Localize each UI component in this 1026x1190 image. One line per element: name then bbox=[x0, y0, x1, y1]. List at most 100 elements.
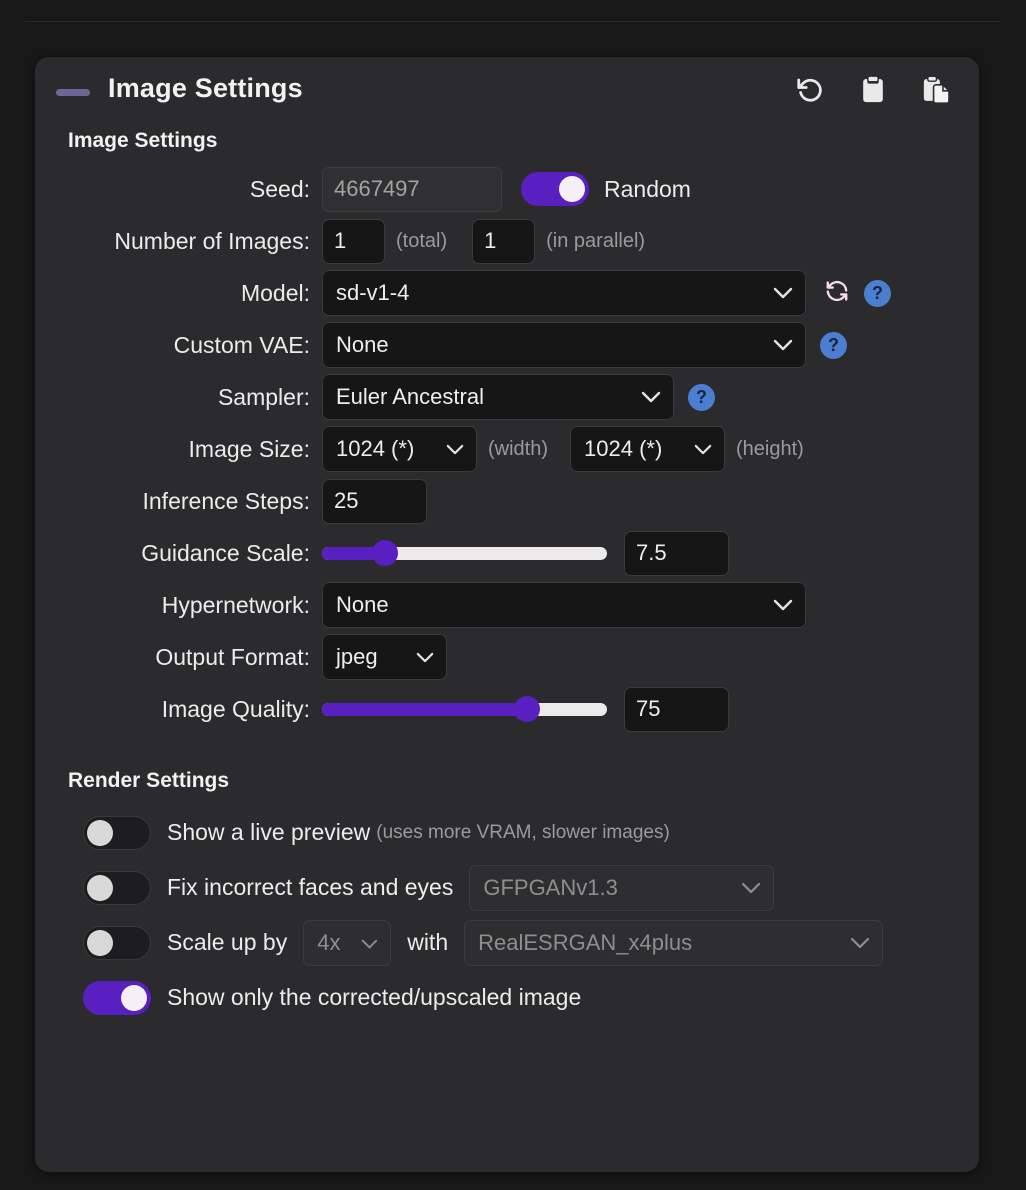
num-images-total-hint: (total) bbox=[396, 229, 448, 252]
scale-up-label: Scale up by bbox=[167, 929, 288, 955]
render-settings-rows: Show a live preview (uses more VRAM, slo… bbox=[35, 805, 979, 1025]
row-live-preview: Show a live preview (uses more VRAM, slo… bbox=[35, 805, 979, 860]
live-preview-hint: (uses more VRAM, slower images) bbox=[376, 821, 670, 843]
chevron-down-icon bbox=[416, 644, 434, 670]
seed-label: Seed: bbox=[249, 175, 310, 202]
chevron-down-icon bbox=[361, 930, 378, 956]
scale-up-toggle[interactable] bbox=[83, 925, 151, 960]
row-custom-vae: Custom VAE: None ? bbox=[35, 319, 979, 371]
upscaler-select[interactable]: RealESRGAN_x4plus bbox=[464, 919, 884, 966]
row-image-quality: Image Quality: bbox=[35, 683, 979, 735]
scale-up-factor-value: 4x bbox=[317, 929, 341, 955]
image-height-hint: (height) bbox=[736, 437, 804, 460]
inference-steps-label: Inference Steps: bbox=[142, 487, 311, 514]
output-format-value: jpeg bbox=[336, 644, 378, 669]
sampler-select-value: Euler Ancestral bbox=[336, 384, 484, 409]
custom-vae-help-badge[interactable]: ? bbox=[820, 331, 847, 359]
guidance-scale-input[interactable] bbox=[624, 530, 729, 576]
image-settings-panel: Image Settings Image Settings Seed: 4667… bbox=[35, 57, 979, 1172]
hypernetwork-label: Hypernetwork: bbox=[161, 591, 310, 618]
image-height-value: 1024 (*) bbox=[584, 436, 663, 461]
slider-fill bbox=[322, 702, 528, 716]
copy-icon[interactable] bbox=[921, 75, 953, 110]
sampler-select[interactable]: Euler Ancestral bbox=[322, 374, 674, 420]
number-of-images-label: Number of Images: bbox=[114, 227, 310, 254]
panel-header-actions bbox=[795, 75, 953, 110]
image-width-select[interactable]: 1024 (*) bbox=[322, 426, 477, 472]
model-help-badge[interactable]: ? bbox=[864, 279, 891, 307]
row-fix-faces: Fix incorrect faces and eyes GFPGANv1.3 bbox=[35, 860, 979, 915]
seed-input[interactable] bbox=[322, 166, 502, 212]
fix-faces-toggle[interactable] bbox=[83, 870, 151, 905]
image-height-select[interactable]: 1024 (*) bbox=[570, 426, 726, 472]
chevron-down-icon bbox=[773, 280, 793, 306]
row-show-only-corrected: Show only the corrected/upscaled image bbox=[35, 970, 979, 1025]
image-settings-section-title: Image Settings bbox=[68, 129, 218, 152]
image-quality-input[interactable] bbox=[624, 686, 729, 732]
custom-vae-select-value: None bbox=[336, 332, 389, 357]
chevron-down-icon bbox=[850, 930, 870, 956]
model-label: Model: bbox=[240, 279, 310, 306]
row-guidance-scale: Guidance Scale: bbox=[35, 527, 979, 579]
show-only-corrected-label: Show only the corrected/upscaled image bbox=[167, 984, 582, 1010]
refresh-models-icon[interactable] bbox=[824, 278, 850, 309]
undo-icon[interactable] bbox=[795, 75, 825, 110]
row-output-format: Output Format: jpeg bbox=[35, 631, 979, 683]
upscaler-value: RealESRGAN_x4plus bbox=[478, 929, 693, 955]
row-seed: Seed: Random bbox=[35, 163, 979, 215]
random-seed-toggle[interactable] bbox=[521, 172, 589, 206]
guidance-scale-slider[interactable] bbox=[322, 536, 607, 570]
hypernetwork-select[interactable]: None bbox=[322, 582, 806, 628]
num-images-parallel-hint: (in parallel) bbox=[546, 229, 646, 252]
live-preview-toggle[interactable] bbox=[83, 815, 151, 850]
image-width-value: 1024 (*) bbox=[336, 436, 415, 461]
chevron-down-icon bbox=[773, 592, 793, 618]
chevron-down-icon bbox=[741, 875, 761, 901]
fix-faces-label: Fix incorrect faces and eyes bbox=[167, 874, 454, 900]
custom-vae-label: Custom VAE: bbox=[173, 331, 310, 358]
chevron-down-icon bbox=[773, 332, 793, 358]
scale-up-factor-select[interactable]: 4x bbox=[303, 919, 392, 966]
scale-up-with-label: with bbox=[407, 929, 449, 955]
sampler-label: Sampler: bbox=[217, 383, 310, 410]
chevron-down-icon bbox=[446, 436, 464, 462]
fix-faces-model-select[interactable]: GFPGANv1.3 bbox=[469, 864, 775, 911]
image-settings-rows: Seed: Random Number of Images: (total) (… bbox=[35, 163, 979, 735]
image-quality-slider[interactable] bbox=[322, 692, 607, 726]
image-quality-label: Image Quality: bbox=[161, 695, 310, 722]
random-seed-label: Random bbox=[604, 175, 691, 202]
sampler-help-badge[interactable]: ? bbox=[688, 383, 715, 411]
live-preview-label: Show a live preview bbox=[167, 819, 371, 845]
clipboard-icon[interactable] bbox=[859, 75, 887, 110]
row-scale-up: Scale up by 4x with RealESRGAN_x4plus bbox=[35, 915, 979, 970]
num-images-total-input[interactable] bbox=[322, 218, 385, 264]
guidance-scale-label: Guidance Scale: bbox=[141, 539, 310, 566]
top-divider bbox=[25, 21, 1001, 22]
output-format-select[interactable]: jpeg bbox=[322, 634, 447, 680]
num-images-parallel-input[interactable] bbox=[472, 218, 536, 264]
model-select[interactable]: sd-v1-4 bbox=[322, 270, 806, 316]
row-sampler: Sampler: Euler Ancestral ? bbox=[35, 371, 979, 423]
collapse-toggle-icon[interactable] bbox=[56, 89, 90, 96]
panel-header: Image Settings bbox=[35, 57, 979, 129]
row-model: Model: sd-v1-4 ? bbox=[35, 267, 979, 319]
app-root: Image Settings Image Settings Seed: 4667… bbox=[0, 0, 1026, 1190]
slider-thumb[interactable] bbox=[514, 696, 541, 722]
chevron-down-icon bbox=[694, 436, 712, 462]
slider-thumb[interactable] bbox=[371, 540, 398, 566]
render-settings-section-title: Render Settings bbox=[68, 769, 230, 792]
panel-title: Image Settings bbox=[108, 73, 303, 103]
model-select-value: sd-v1-4 bbox=[336, 280, 410, 305]
row-number-of-images: Number of Images: (total) (in parallel) bbox=[35, 215, 979, 267]
chevron-down-icon bbox=[641, 384, 661, 410]
fix-faces-model-value: GFPGANv1.3 bbox=[483, 874, 618, 900]
custom-vae-select[interactable]: None bbox=[322, 322, 806, 368]
image-width-hint: (width) bbox=[488, 437, 549, 460]
image-size-label: Image Size: bbox=[188, 435, 310, 462]
row-inference-steps: Inference Steps: bbox=[35, 475, 979, 527]
output-format-label: Output Format: bbox=[155, 643, 310, 670]
hypernetwork-value: None bbox=[336, 592, 389, 617]
show-only-corrected-toggle[interactable] bbox=[83, 980, 151, 1015]
inference-steps-input[interactable] bbox=[322, 478, 427, 524]
row-image-size: Image Size: 1024 (*) (width) 1024 (*) (h… bbox=[35, 423, 979, 475]
